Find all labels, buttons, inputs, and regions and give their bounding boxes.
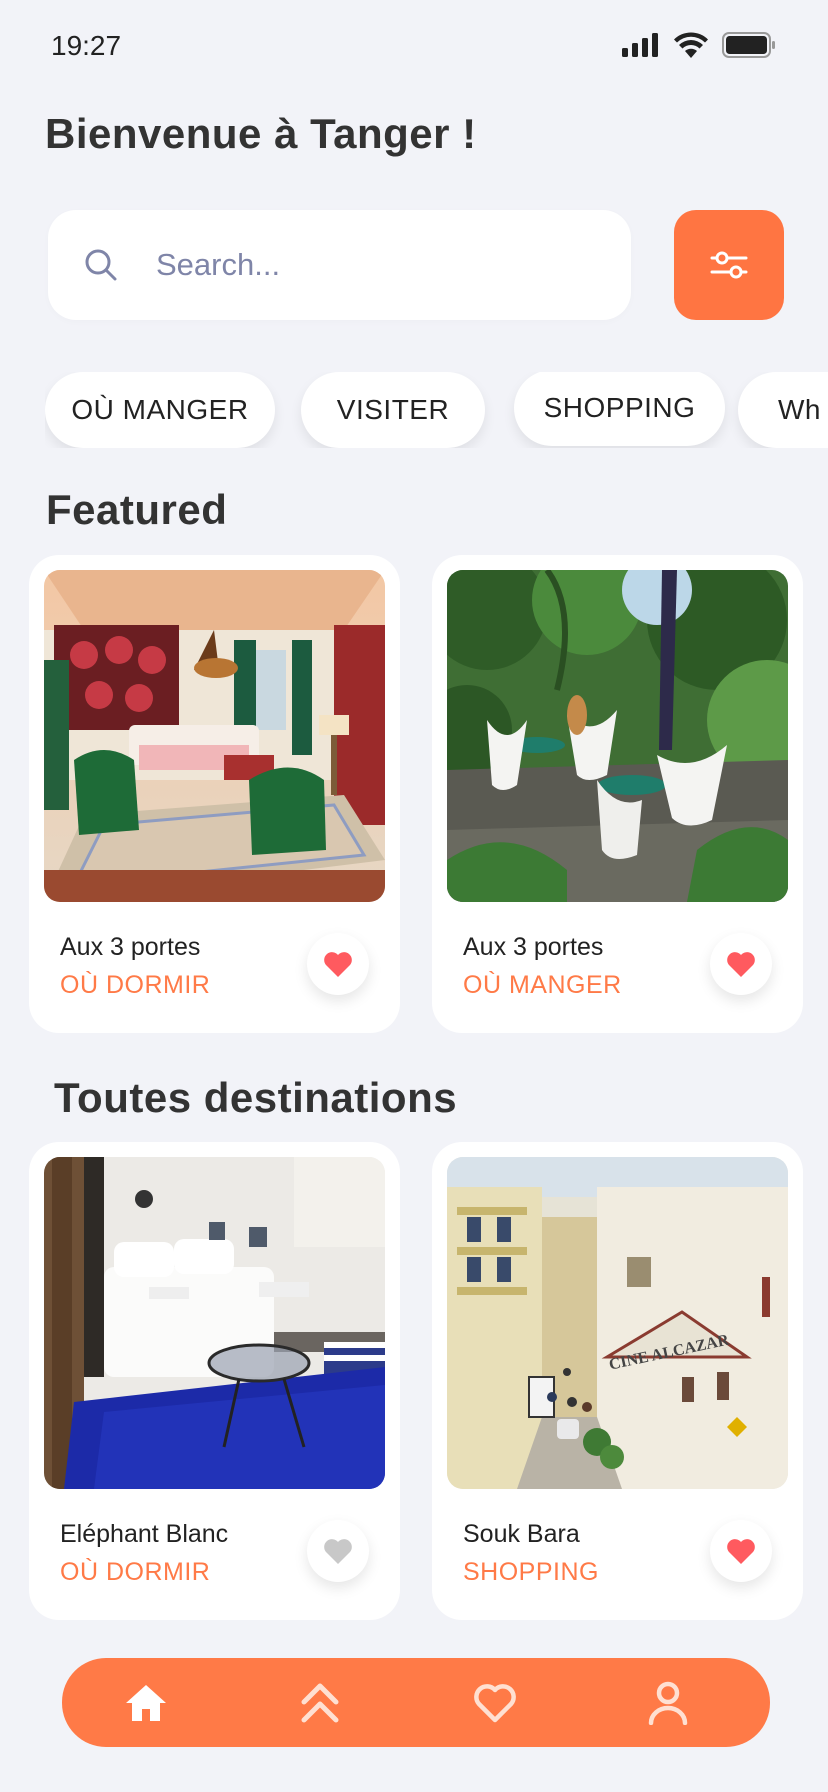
card-name: Eléphant Blanc: [60, 1520, 229, 1548]
favorite-button[interactable]: [710, 1520, 772, 1582]
user-icon: [648, 1681, 688, 1725]
chip-ou-manger[interactable]: OÙ MANGER: [45, 372, 275, 448]
card-category: OÙ MANGER: [463, 971, 622, 999]
filter-button[interactable]: [674, 210, 784, 320]
street-cine-alcazar-photo: CINE ALCAZAR: [447, 1157, 788, 1489]
riad-bedroom-photo: [44, 570, 385, 902]
signal-icon: [622, 33, 658, 57]
favorite-button[interactable]: [307, 1520, 369, 1582]
card-category: SHOPPING: [463, 1558, 599, 1586]
featured-title: Featured: [46, 486, 228, 533]
status-icons: [622, 30, 776, 60]
battery-icon: [722, 32, 775, 58]
chip-label: OÙ MANGER: [71, 394, 249, 425]
card-name: Aux 3 portes: [60, 933, 201, 961]
status-bar: 19:27: [0, 0, 828, 92]
nav-explore[interactable]: [280, 1658, 360, 1747]
sliders-icon: [710, 251, 748, 279]
search-input[interactable]: [156, 247, 576, 283]
chip-more[interactable]: Wh: [738, 372, 828, 448]
heart-filled-icon: [324, 1539, 352, 1564]
home-icon: [126, 1684, 166, 1721]
wifi-icon: [674, 32, 708, 58]
card-category: OÙ DORMIR: [60, 971, 211, 999]
chip-label: Wh: [778, 394, 821, 425]
all-destinations-title: Toutes destinations: [54, 1074, 458, 1121]
bottom-nav: [62, 1658, 770, 1747]
heart-filled-icon: [727, 952, 755, 977]
favorite-button[interactable]: [307, 933, 369, 995]
nav-favorites[interactable]: [455, 1658, 535, 1747]
featured-card[interactable]: Aux 3 portes OÙ MANGER: [432, 555, 803, 1033]
card-name: Souk Bara: [463, 1520, 580, 1548]
chip-label: SHOPPING: [543, 392, 696, 423]
status-time: 19:27: [51, 30, 122, 61]
destination-card[interactable]: CINE ALCAZAR Souk Bara SHOPPING: [432, 1142, 803, 1620]
chip-visiter[interactable]: VISITER: [301, 372, 485, 448]
category-chips: OÙ MANGER VISITER SHOPPING Wh: [45, 372, 828, 448]
double-chevron-up-icon: [301, 1683, 339, 1722]
card-category: OÙ DORMIR: [60, 1558, 211, 1586]
nav-home[interactable]: [106, 1658, 186, 1747]
page-title: Bienvenue à Tanger !: [45, 110, 477, 157]
chip-label: VISITER: [336, 394, 450, 425]
heart-filled-icon: [727, 1539, 755, 1564]
card-name: Aux 3 portes: [463, 933, 604, 961]
white-bedroom-photo: [44, 1157, 385, 1489]
search-box[interactable]: [48, 210, 631, 320]
chip-shopping[interactable]: SHOPPING: [514, 372, 725, 446]
heart-filled-icon: [324, 952, 352, 977]
garden-terrace-photo: [447, 570, 788, 902]
nav-profile[interactable]: [628, 1658, 708, 1747]
favorite-button[interactable]: [710, 933, 772, 995]
heart-outline-icon: [474, 1683, 516, 1722]
featured-card[interactable]: Aux 3 portes OÙ DORMIR: [29, 555, 400, 1033]
destination-card[interactable]: Eléphant Blanc OÙ DORMIR: [29, 1142, 400, 1620]
search-icon: [84, 248, 118, 282]
